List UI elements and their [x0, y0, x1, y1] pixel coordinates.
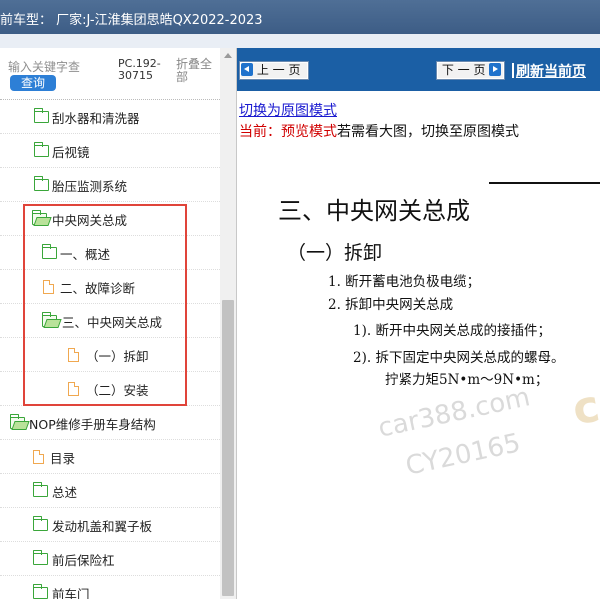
document-icon — [68, 347, 80, 362]
scroll-up-arrow-icon[interactable] — [220, 48, 236, 64]
sidebar-panel: 查询 PC.192-30715 折叠全部 刮水器和清洗器 后视镜 胎压监测系统 … — [0, 48, 237, 599]
folder-icon — [32, 482, 48, 497]
folder-open-icon — [9, 414, 25, 429]
document-step-2: 2. 拆卸中央网关总成 — [328, 297, 454, 313]
scroll-thumb[interactable] — [222, 300, 234, 596]
refresh-page-link[interactable]: 刷新当前页 — [512, 61, 586, 81]
switch-to-original-mode-link[interactable]: 切换为原图模式 — [239, 100, 337, 120]
tree-item-label: （二）安装 — [86, 383, 149, 398]
tree-item-diagnosis[interactable]: 二、故障诊断 — [0, 270, 220, 304]
tree-item-front-door[interactable]: 前车门 — [0, 576, 220, 599]
current-prefix: 当前： — [239, 124, 281, 140]
prev-page-label: 上 一 页 — [256, 63, 301, 77]
tree-item-removal[interactable]: （一）拆卸 — [0, 338, 220, 372]
refresh-page-label: 刷新当前页 — [516, 64, 586, 80]
next-page-label: 下 一 页 — [441, 63, 486, 77]
folder-icon — [32, 584, 48, 599]
current-vehicle-title: 前车型： 厂家:J-江淮集团思皓QX2022-2023 — [0, 13, 263, 28]
document-substep-2: 2). 拆下固定中央网关总成的螺母。 — [353, 350, 565, 366]
document-viewer: 上 一 页 下 一 页 刷新当前页 切换为原图模式 当前：预览模式若需看大图，切… — [237, 48, 600, 599]
tree-item-label: 前车门 — [52, 587, 90, 599]
tree-item-rearview-mirror[interactable]: 后视镜 — [0, 134, 220, 168]
document-subheading: （一）拆卸 — [287, 242, 383, 264]
arrow-right-icon — [489, 63, 502, 76]
next-page-button[interactable]: 下 一 页 — [436, 61, 505, 80]
tree-item-label: 后视镜 — [52, 145, 90, 160]
tree-item-label: NOP维修手册车身结构 — [29, 417, 156, 432]
tree-item-label: 发动机盖和翼子板 — [52, 519, 153, 534]
tree-item-gateway-assembly[interactable]: 三、中央网关总成 — [0, 304, 220, 338]
folder-icon — [33, 176, 49, 191]
tree-item-overview[interactable]: 一、概述 — [0, 236, 220, 270]
prev-page-button[interactable]: 上 一 页 — [239, 61, 309, 80]
document-step-1: 1. 断开蓄电池负极电缆； — [328, 274, 481, 290]
tree-item-contents[interactable]: 目录 — [0, 440, 220, 474]
tree-item-label: 三、中央网关总成 — [62, 315, 163, 330]
current-mode: 预览模式 — [281, 124, 337, 140]
watermark-line-2: CY20165 — [403, 428, 524, 482]
tree-item-nop-body[interactable]: NOP维修手册车身结构 — [0, 406, 220, 440]
folder-icon — [33, 142, 49, 157]
tree-item-tpms[interactable]: 胎压监测系统 — [0, 168, 220, 202]
tree-item-label: 刮水器和清洗器 — [52, 111, 140, 126]
watermark-logo: car388 — [568, 355, 600, 436]
pc-code-label: PC.192-30715 — [118, 57, 161, 82]
tree-item-label: 前后保险杠 — [52, 553, 115, 568]
document-substep-1: 1). 断开中央网关总成的接插件； — [353, 323, 551, 339]
document-icon — [33, 449, 45, 464]
tree-item-general[interactable]: 总述 — [0, 474, 220, 508]
tree-item-wiper-washer[interactable]: 刮水器和清洗器 — [0, 100, 220, 134]
tree-item-hood-fender[interactable]: 发动机盖和翼子板 — [0, 508, 220, 542]
tree-item-installation[interactable]: （二）安装 — [0, 372, 220, 406]
search-area: 查询 PC.192-30715 折叠全部 — [0, 48, 220, 100]
document-icon — [68, 381, 80, 396]
search-input[interactable] — [8, 60, 112, 74]
folder-open-icon — [31, 210, 47, 225]
tree-item-label: 中央网关总成 — [52, 213, 128, 228]
arrow-left-icon — [241, 63, 253, 76]
tree-item-bumpers[interactable]: 前后保险杠 — [0, 542, 220, 576]
tree-item-label: 总述 — [52, 485, 78, 500]
sidebar-scrollbar[interactable] — [220, 48, 236, 599]
current-mode-hint: 若需看大图，切换至原图模式 — [337, 124, 519, 140]
tree-item-label: 目录 — [50, 451, 76, 466]
tree-item-label: 二、故障诊断 — [60, 281, 136, 296]
viewer-toolbar: 上 一 页 下 一 页 刷新当前页 — [237, 48, 600, 91]
tree-item-label: 一、概述 — [60, 247, 111, 262]
folder-icon — [32, 516, 48, 531]
manual-tree: 刮水器和清洗器 后视镜 胎压监测系统 中央网关总成 一、概述 二、故障诊断 三、… — [0, 100, 220, 599]
collapse-all-button[interactable]: 折叠全部 — [176, 58, 216, 84]
tree-item-label: （一）拆卸 — [86, 349, 149, 364]
document-heading: 三、中央网关总成 — [278, 197, 470, 225]
document-rule — [489, 182, 600, 184]
folder-open-icon — [41, 312, 57, 327]
folder-icon — [33, 108, 49, 123]
tree-item-label: 胎压监测系统 — [52, 179, 128, 194]
document-icon — [43, 279, 55, 294]
folder-icon — [32, 550, 48, 565]
tree-item-central-gateway[interactable]: 中央网关总成 — [0, 202, 220, 236]
query-button[interactable]: 查询 — [10, 75, 56, 91]
document-substep-2-torque: 拧紧力矩5N•m～9N•m； — [385, 372, 549, 388]
watermark-line-1: car388.com — [375, 382, 533, 444]
window-titlebar: 前车型： 厂家:J-江淮集团思皓QX2022-2023 — [0, 0, 600, 34]
titlebar-spacer — [0, 34, 600, 48]
current-mode-text: 当前：预览模式若需看大图，切换至原图模式 — [239, 121, 519, 141]
folder-icon — [41, 244, 57, 259]
